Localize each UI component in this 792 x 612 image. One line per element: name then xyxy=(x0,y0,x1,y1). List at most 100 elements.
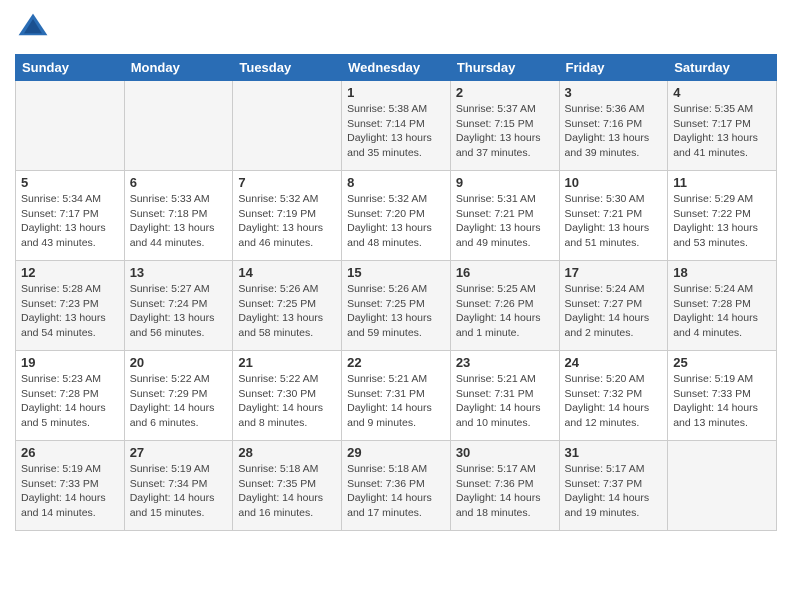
day-info: Sunrise: 5:17 AM Sunset: 7:37 PM Dayligh… xyxy=(565,462,663,521)
day-cell: 8 Sunrise: 5:32 AM Sunset: 7:20 PM Daylig… xyxy=(342,171,451,261)
week-row-1: 1 Sunrise: 5:38 AM Sunset: 7:14 PM Daylig… xyxy=(16,81,777,171)
day-number: 22 xyxy=(347,355,445,370)
day-number: 27 xyxy=(130,445,228,460)
day-info: Sunrise: 5:20 AM Sunset: 7:32 PM Dayligh… xyxy=(565,372,663,431)
day-number: 30 xyxy=(456,445,554,460)
day-cell: 19Sunrise: 5:23 AM Sunset: 7:28 PM Dayli… xyxy=(16,351,125,441)
day-cell: 30 Sunrise: 5:17 AM Sunset: 7:36 PM Dayli… xyxy=(450,441,559,531)
day-info: Sunrise: 5:30 AM Sunset: 7:21 PM Dayligh… xyxy=(565,192,663,251)
day-cell: 26 Sunrise: 5:19 AM Sunset: 7:33 PM Dayli… xyxy=(16,441,125,531)
day-info: Sunrise: 5:32 AM Sunset: 7:19 PM Dayligh… xyxy=(238,192,336,251)
day-number: 18 xyxy=(673,265,771,280)
logo-icon xyxy=(15,10,51,46)
weekday-header-wednesday: Wednesday xyxy=(342,55,451,81)
day-number: 28 xyxy=(238,445,336,460)
day-cell: 17Sunrise: 5:24 AM Sunset: 7:27 PM Dayli… xyxy=(559,261,668,351)
day-info: Sunrise: 5:24 AM Sunset: 7:27 PM Dayligh… xyxy=(565,282,663,341)
day-cell: 23 Sunrise: 5:21 AM Sunset: 7:31 PM Dayli… xyxy=(450,351,559,441)
day-cell: 11 Sunrise: 5:29 AM Sunset: 7:22 PM Dayli… xyxy=(668,171,777,261)
day-cell: 4 Sunrise: 5:35 AM Sunset: 7:17 PM Daylig… xyxy=(668,81,777,171)
day-cell xyxy=(668,441,777,531)
day-info: Sunrise: 5:25 AM Sunset: 7:26 PM Dayligh… xyxy=(456,282,554,341)
day-info: Sunrise: 5:33 AM Sunset: 7:18 PM Dayligh… xyxy=(130,192,228,251)
day-number: 12 xyxy=(21,265,119,280)
day-cell: 5 Sunrise: 5:34 AM Sunset: 7:17 PM Daylig… xyxy=(16,171,125,261)
day-cell: 29Sunrise: 5:18 AM Sunset: 7:36 PM Dayli… xyxy=(342,441,451,531)
day-info: Sunrise: 5:21 AM Sunset: 7:31 PM Dayligh… xyxy=(347,372,445,431)
day-number: 10 xyxy=(565,175,663,190)
day-info: Sunrise: 5:17 AM Sunset: 7:36 PM Dayligh… xyxy=(456,462,554,521)
day-number: 29 xyxy=(347,445,445,460)
day-info: Sunrise: 5:27 AM Sunset: 7:24 PM Dayligh… xyxy=(130,282,228,341)
weekday-header-monday: Monday xyxy=(124,55,233,81)
day-cell: 1 Sunrise: 5:38 AM Sunset: 7:14 PM Daylig… xyxy=(342,81,451,171)
day-cell: 21 Sunrise: 5:22 AM Sunset: 7:30 PM Dayli… xyxy=(233,351,342,441)
day-number: 21 xyxy=(238,355,336,370)
day-info: Sunrise: 5:35 AM Sunset: 7:17 PM Dayligh… xyxy=(673,102,771,161)
day-info: Sunrise: 5:37 AM Sunset: 7:15 PM Dayligh… xyxy=(456,102,554,161)
day-number: 23 xyxy=(456,355,554,370)
day-info: Sunrise: 5:29 AM Sunset: 7:22 PM Dayligh… xyxy=(673,192,771,251)
week-row-4: 19Sunrise: 5:23 AM Sunset: 7:28 PM Dayli… xyxy=(16,351,777,441)
day-info: Sunrise: 5:34 AM Sunset: 7:17 PM Dayligh… xyxy=(21,192,119,251)
week-row-2: 5 Sunrise: 5:34 AM Sunset: 7:17 PM Daylig… xyxy=(16,171,777,261)
day-cell: 2 Sunrise: 5:37 AM Sunset: 7:15 PM Daylig… xyxy=(450,81,559,171)
day-info: Sunrise: 5:23 AM Sunset: 7:28 PM Dayligh… xyxy=(21,372,119,431)
day-info: Sunrise: 5:26 AM Sunset: 7:25 PM Dayligh… xyxy=(347,282,445,341)
day-info: Sunrise: 5:22 AM Sunset: 7:30 PM Dayligh… xyxy=(238,372,336,431)
header xyxy=(15,10,777,46)
day-number: 16 xyxy=(456,265,554,280)
day-number: 7 xyxy=(238,175,336,190)
day-number: 2 xyxy=(456,85,554,100)
weekday-header-thursday: Thursday xyxy=(450,55,559,81)
day-cell: 24Sunrise: 5:20 AM Sunset: 7:32 PM Dayli… xyxy=(559,351,668,441)
day-cell: 20Sunrise: 5:22 AM Sunset: 7:29 PM Dayli… xyxy=(124,351,233,441)
day-info: Sunrise: 5:32 AM Sunset: 7:20 PM Dayligh… xyxy=(347,192,445,251)
day-info: Sunrise: 5:18 AM Sunset: 7:35 PM Dayligh… xyxy=(238,462,336,521)
day-cell: 28 Sunrise: 5:18 AM Sunset: 7:35 PM Dayli… xyxy=(233,441,342,531)
day-number: 5 xyxy=(21,175,119,190)
day-info: Sunrise: 5:19 AM Sunset: 7:33 PM Dayligh… xyxy=(673,372,771,431)
day-number: 11 xyxy=(673,175,771,190)
day-cell: 18 Sunrise: 5:24 AM Sunset: 7:28 PM Dayli… xyxy=(668,261,777,351)
day-info: Sunrise: 5:21 AM Sunset: 7:31 PM Dayligh… xyxy=(456,372,554,431)
day-number: 13 xyxy=(130,265,228,280)
week-row-5: 26 Sunrise: 5:19 AM Sunset: 7:33 PM Dayli… xyxy=(16,441,777,531)
day-cell: 10 Sunrise: 5:30 AM Sunset: 7:21 PM Dayli… xyxy=(559,171,668,261)
day-info: Sunrise: 5:19 AM Sunset: 7:34 PM Dayligh… xyxy=(130,462,228,521)
page-container: SundayMondayTuesdayWednesdayThursdayFrid… xyxy=(0,0,792,546)
day-cell: 31 Sunrise: 5:17 AM Sunset: 7:37 PM Dayli… xyxy=(559,441,668,531)
day-cell: 3Sunrise: 5:36 AM Sunset: 7:16 PM Daylig… xyxy=(559,81,668,171)
day-info: Sunrise: 5:38 AM Sunset: 7:14 PM Dayligh… xyxy=(347,102,445,161)
day-cell xyxy=(16,81,125,171)
day-number: 26 xyxy=(21,445,119,460)
day-cell: 14 Sunrise: 5:26 AM Sunset: 7:25 PM Dayli… xyxy=(233,261,342,351)
day-cell: 9Sunrise: 5:31 AM Sunset: 7:21 PM Daylig… xyxy=(450,171,559,261)
day-number: 25 xyxy=(673,355,771,370)
weekday-header-sunday: Sunday xyxy=(16,55,125,81)
day-cell: 22 Sunrise: 5:21 AM Sunset: 7:31 PM Dayli… xyxy=(342,351,451,441)
day-info: Sunrise: 5:31 AM Sunset: 7:21 PM Dayligh… xyxy=(456,192,554,251)
day-number: 1 xyxy=(347,85,445,100)
weekday-header-tuesday: Tuesday xyxy=(233,55,342,81)
day-info: Sunrise: 5:26 AM Sunset: 7:25 PM Dayligh… xyxy=(238,282,336,341)
weekday-header-row: SundayMondayTuesdayWednesdayThursdayFrid… xyxy=(16,55,777,81)
day-number: 14 xyxy=(238,265,336,280)
day-cell: 25 Sunrise: 5:19 AM Sunset: 7:33 PM Dayli… xyxy=(668,351,777,441)
weekday-header-saturday: Saturday xyxy=(668,55,777,81)
logo xyxy=(15,10,55,46)
day-number: 3 xyxy=(565,85,663,100)
day-cell: 27 Sunrise: 5:19 AM Sunset: 7:34 PM Dayli… xyxy=(124,441,233,531)
day-number: 4 xyxy=(673,85,771,100)
day-number: 8 xyxy=(347,175,445,190)
day-cell xyxy=(233,81,342,171)
day-info: Sunrise: 5:24 AM Sunset: 7:28 PM Dayligh… xyxy=(673,282,771,341)
day-number: 15 xyxy=(347,265,445,280)
day-info: Sunrise: 5:22 AM Sunset: 7:29 PM Dayligh… xyxy=(130,372,228,431)
day-number: 31 xyxy=(565,445,663,460)
day-cell: 13 Sunrise: 5:27 AM Sunset: 7:24 PM Dayli… xyxy=(124,261,233,351)
day-cell xyxy=(124,81,233,171)
day-info: Sunrise: 5:19 AM Sunset: 7:33 PM Dayligh… xyxy=(21,462,119,521)
day-cell: 6Sunrise: 5:33 AM Sunset: 7:18 PM Daylig… xyxy=(124,171,233,261)
day-cell: 16 Sunrise: 5:25 AM Sunset: 7:26 PM Dayli… xyxy=(450,261,559,351)
